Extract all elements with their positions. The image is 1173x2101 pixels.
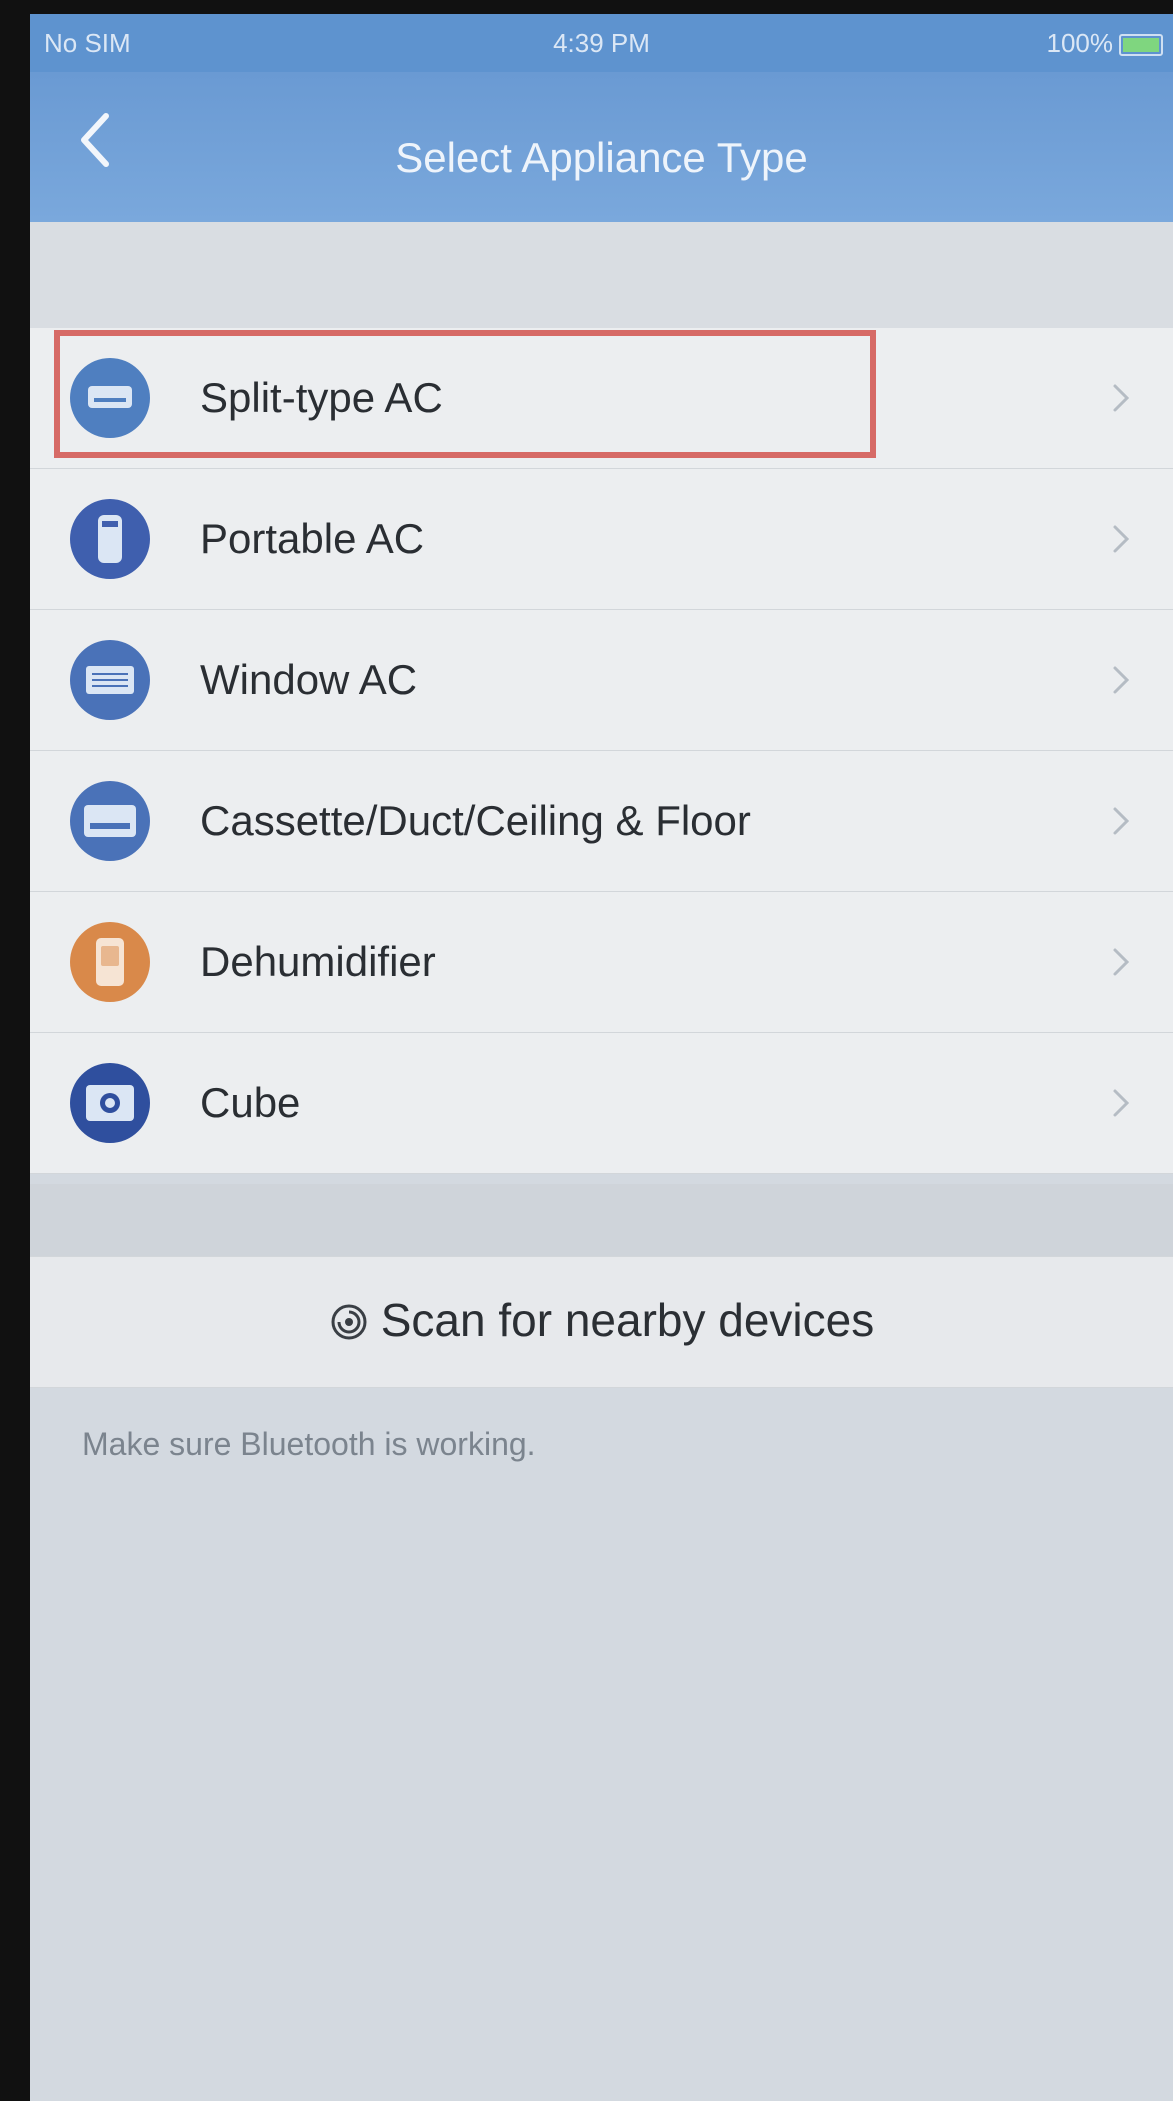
appliance-label: Dehumidifier bbox=[200, 938, 436, 985]
appliance-item-split-type-ac[interactable]: Split-type AC bbox=[30, 328, 1173, 469]
bluetooth-hint: Make sure Bluetooth is working. bbox=[82, 1426, 536, 1462]
selection-highlight bbox=[54, 330, 876, 458]
appliance-type-list: Split-type AC Portable AC Window AC Cass… bbox=[30, 328, 1173, 1174]
appliance-label: Cube bbox=[200, 1079, 301, 1126]
phone-screen: No SIM 4:39 PM 100% Select Appliance Typ… bbox=[30, 14, 1173, 2101]
battery-icon bbox=[1119, 34, 1163, 56]
dehumidifier-icon bbox=[70, 922, 150, 1002]
section-divider bbox=[30, 1184, 1173, 1256]
appliance-label: Portable AC bbox=[200, 515, 425, 562]
page-title: Select Appliance Type bbox=[395, 134, 808, 181]
appliance-item-cube[interactable]: Cube bbox=[30, 1033, 1173, 1174]
appliance-item-portable-ac[interactable]: Portable AC bbox=[30, 469, 1173, 610]
scan-icon bbox=[331, 1304, 367, 1340]
chevron-right-icon bbox=[1113, 384, 1130, 412]
chevron-right-icon bbox=[1113, 666, 1130, 694]
section-spacer bbox=[30, 222, 1173, 328]
scan-nearby-devices-button[interactable]: Scan for nearby devices bbox=[30, 1256, 1173, 1388]
appliance-label: Window AC bbox=[200, 656, 418, 703]
cassette-ac-icon bbox=[70, 781, 150, 861]
chevron-right-icon bbox=[1113, 525, 1130, 553]
battery-text: 100% bbox=[1046, 28, 1114, 58]
appliance-item-window-ac[interactable]: Window AC bbox=[30, 610, 1173, 751]
portable-ac-icon bbox=[70, 499, 150, 579]
scan-label: Scan for nearby devices bbox=[380, 1294, 875, 1346]
window-ac-icon bbox=[70, 640, 150, 720]
chevron-right-icon bbox=[1113, 1089, 1130, 1117]
appliance-item-cassette-duct-ceiling-floor[interactable]: Cassette/Duct/Ceiling & Floor bbox=[30, 751, 1173, 892]
chevron-right-icon bbox=[1113, 948, 1130, 976]
status-time: 4:39 PM bbox=[553, 28, 650, 58]
status-bar: No SIM 4:39 PM 100% bbox=[30, 14, 1173, 72]
cube-icon bbox=[70, 1063, 150, 1143]
appliance-label: Cassette/Duct/Ceiling & Floor bbox=[200, 797, 751, 844]
navigation-bar: Select Appliance Type bbox=[30, 72, 1173, 222]
appliance-item-dehumidifier[interactable]: Dehumidifier bbox=[30, 892, 1173, 1033]
chevron-right-icon bbox=[1113, 807, 1130, 835]
